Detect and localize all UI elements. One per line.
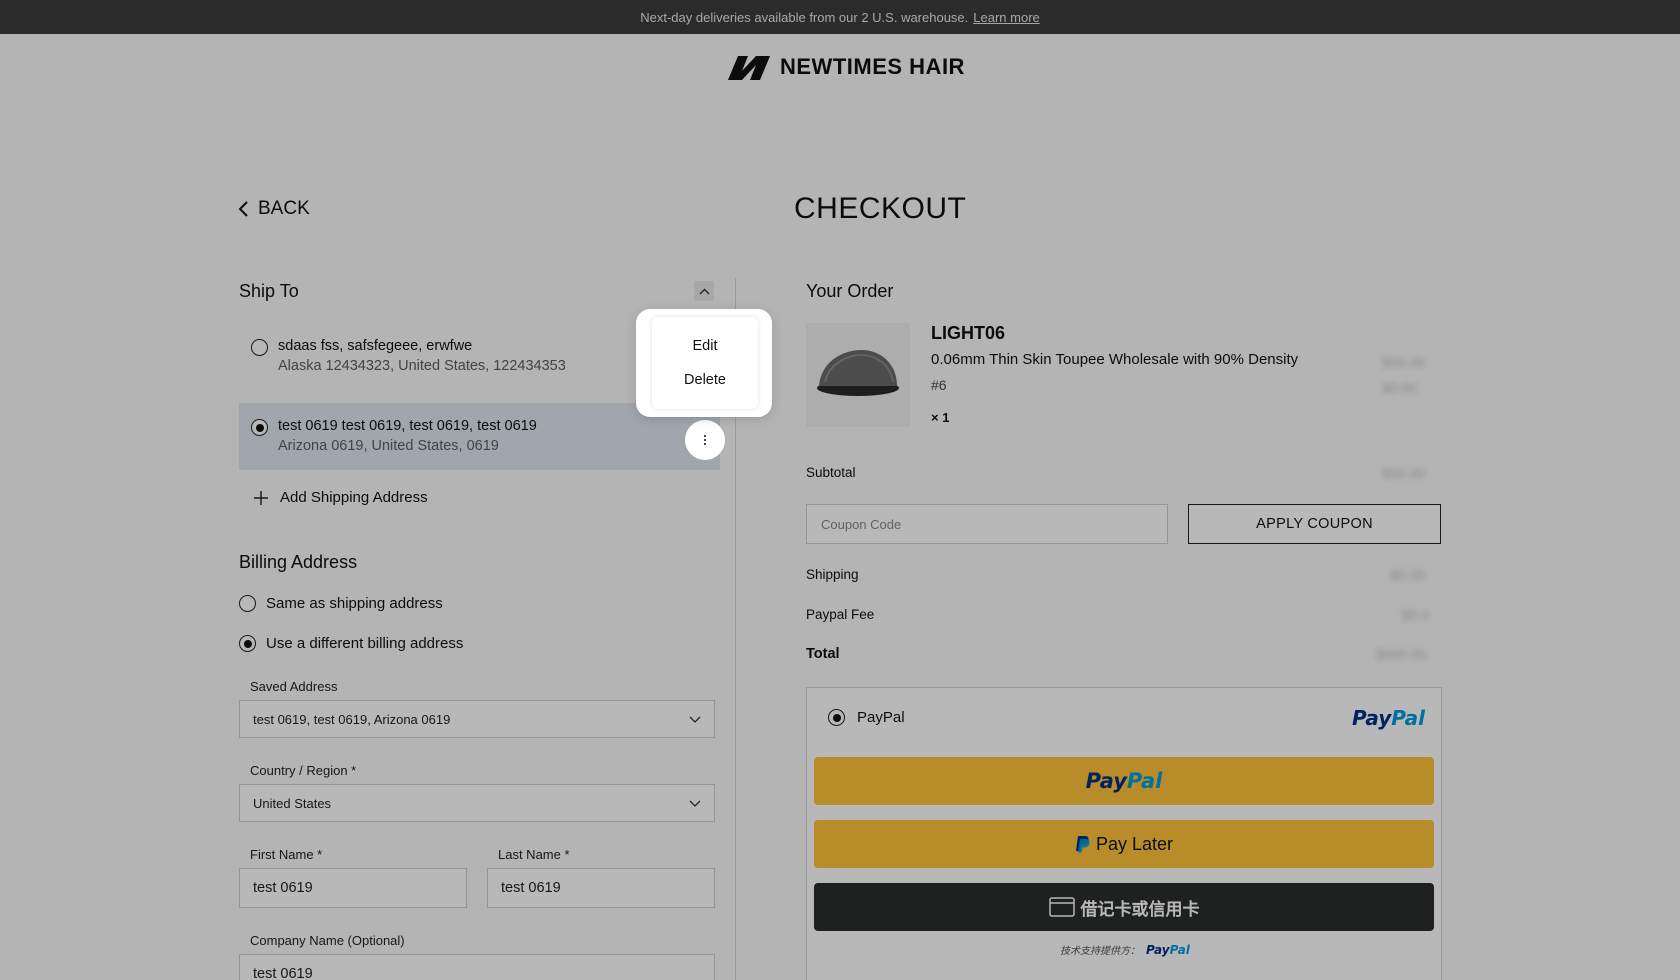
last-name-value: test 0619 bbox=[501, 880, 561, 896]
plus-icon bbox=[254, 490, 268, 505]
learn-more-link[interactable]: Learn more bbox=[973, 10, 1039, 25]
announcement-text: Next-day deliveries available from our 2… bbox=[640, 9, 969, 25]
chevron-left-icon bbox=[238, 201, 248, 217]
brand-name: NEWTIMES HAIR bbox=[780, 54, 965, 79]
brand-mark-icon bbox=[728, 56, 770, 80]
card-payment-button[interactable]: 借记卡或信用卡 bbox=[814, 883, 1434, 931]
address-line1: sdaas fss, safsfegeee, erwfwe bbox=[278, 338, 473, 354]
last-name-input[interactable]: test 0619 bbox=[487, 868, 715, 908]
saved-address-label: Saved Address bbox=[250, 679, 338, 694]
shipping-address-text: sdaas fss, safsfegeee, erwfwe Alaska 124… bbox=[278, 336, 566, 376]
chevron-up-icon bbox=[699, 288, 709, 294]
saved-address-select[interactable]: test 0619, test 0619, Arizona 0619 bbox=[239, 700, 715, 738]
card-payment-label: 借记卡或信用卡 bbox=[1080, 899, 1200, 919]
country-value: United States bbox=[253, 795, 332, 811]
delete-address-menu-item[interactable]: Delete bbox=[684, 372, 726, 388]
apply-coupon-button[interactable]: APPLY COUPON bbox=[1188, 504, 1441, 544]
paypal-button-logo: PayPal bbox=[1085, 769, 1163, 793]
ship-to-title: Ship To bbox=[239, 281, 299, 301]
product-price-redacted: $00.00 bbox=[1382, 354, 1425, 370]
back-label: BACK bbox=[258, 198, 310, 219]
announcement-bar: Next-day deliveries available from our 2… bbox=[0, 0, 1680, 34]
billing-different-label: Use a different billing address bbox=[266, 635, 464, 652]
credit-card-icon bbox=[1048, 897, 1075, 917]
total-value-redacted: $000.00 bbox=[1376, 646, 1427, 662]
paypal-logo: PayPal bbox=[1352, 706, 1426, 730]
shipping-address-radio-selected[interactable] bbox=[251, 419, 268, 436]
product-name: LIGHT06 bbox=[931, 323, 1006, 343]
coupon-placeholder: Coupon Code bbox=[821, 516, 902, 532]
billing-different-option[interactable]: Use a different billing address bbox=[239, 635, 463, 652]
pay-later-button[interactable]: Pay Later bbox=[814, 820, 1434, 868]
subtotal-label: Subtotal bbox=[806, 465, 856, 480]
chevron-down-icon bbox=[689, 800, 701, 807]
powered-by-label: 技术支持提供方： bbox=[1060, 946, 1140, 957]
last-name-label: Last Name * bbox=[498, 847, 570, 862]
your-order-title: Your Order bbox=[806, 281, 894, 301]
address-line2: Arizona 0619, United States, 0619 bbox=[278, 438, 499, 454]
add-shipping-address-button[interactable]: Add Shipping Address bbox=[254, 489, 428, 506]
country-select[interactable]: United States bbox=[239, 784, 715, 822]
total-label: Total bbox=[806, 646, 840, 662]
billing-title: Billing Address bbox=[239, 552, 358, 572]
first-name-value: test 0619 bbox=[253, 880, 313, 896]
country-label: Country / Region * bbox=[250, 763, 357, 778]
paypal-p-icon bbox=[1075, 836, 1090, 853]
company-value: test 0619 bbox=[253, 966, 313, 980]
product-description: 0.06mm Thin Skin Toupee Wholesale with 9… bbox=[931, 351, 1299, 368]
billing-same-label: Same as shipping address bbox=[266, 595, 443, 612]
subtotal-value-redacted: $00.00 bbox=[1382, 465, 1425, 481]
add-shipping-address-label: Add Shipping Address bbox=[280, 489, 428, 506]
edit-address-menu-item[interactable]: Edit bbox=[693, 338, 718, 354]
billing-same-option[interactable]: Same as shipping address bbox=[239, 595, 443, 612]
paypal-method-radio[interactable] bbox=[828, 709, 845, 726]
paypal-fee-label: Paypal Fee bbox=[806, 607, 875, 622]
company-label: Company Name (Optional) bbox=[250, 933, 405, 948]
billing-different-radio[interactable] bbox=[239, 635, 256, 652]
paypal-method-option[interactable]: PayPal bbox=[828, 709, 905, 726]
address-line2: Alaska 12434323, United States, 12243435… bbox=[278, 358, 566, 374]
first-name-input[interactable]: test 0619 bbox=[239, 868, 467, 908]
address-more-button[interactable] bbox=[685, 420, 725, 460]
powered-by: 技术支持提供方： PayPal bbox=[1060, 942, 1190, 958]
address-action-menu-list: Edit Delete bbox=[652, 317, 758, 409]
shipping-label: Shipping bbox=[806, 567, 859, 582]
page-title: CHECKOUT bbox=[794, 192, 967, 225]
first-name-label: First Name * bbox=[250, 847, 323, 862]
product-variant: #6 bbox=[931, 377, 947, 393]
brand-logo[interactable]: NEWTIMES HAIR bbox=[726, 52, 965, 82]
billing-same-radio[interactable] bbox=[239, 595, 256, 612]
product-original-price-redacted: $0.00 bbox=[1382, 380, 1418, 396]
ship-to-collapse-button[interactable] bbox=[694, 281, 714, 301]
saved-address-value: test 0619, test 0619, Arizona 0619 bbox=[253, 711, 451, 727]
more-vertical-icon bbox=[703, 434, 707, 446]
shipping-value-redacted: $0.00 bbox=[1390, 567, 1426, 583]
address-line1: test 0619 test 0619, test 0619, test 061… bbox=[278, 418, 537, 434]
chevron-down-icon bbox=[689, 716, 701, 723]
paypal-fee-value-redacted: $0.0 bbox=[1402, 607, 1430, 623]
hairpiece-icon bbox=[817, 350, 899, 396]
powered-by-paypal-logo: PayPal bbox=[1146, 942, 1190, 957]
address-action-menu: Edit Delete bbox=[636, 309, 772, 417]
product-quantity: × 1 bbox=[931, 410, 950, 425]
product-image bbox=[806, 323, 910, 427]
pay-later-label: Pay Later bbox=[1095, 833, 1174, 854]
paypal-method-label: PayPal bbox=[857, 709, 905, 726]
paypal-button[interactable]: PayPal bbox=[814, 757, 1434, 805]
company-input[interactable]: test 0619 bbox=[239, 954, 715, 980]
back-button[interactable]: BACK bbox=[238, 198, 310, 220]
shipping-address-text: test 0619 test 0619, test 0619, test 061… bbox=[278, 413, 537, 460]
shipping-address-radio[interactable] bbox=[251, 339, 268, 356]
coupon-input[interactable]: Coupon Code bbox=[806, 504, 1168, 544]
